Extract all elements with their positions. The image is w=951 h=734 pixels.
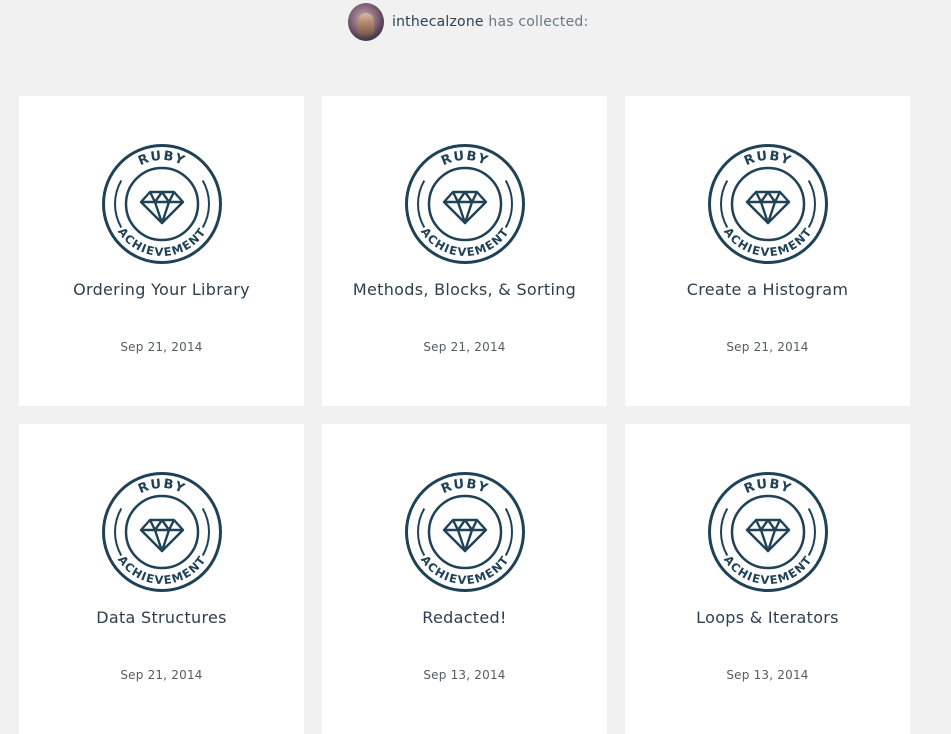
gem-icon [139, 518, 185, 553]
achievement-title: Methods, Blocks, & Sorting [352, 280, 577, 299]
achievement-date: Sep 21, 2014 [120, 340, 203, 354]
achievement-title: Redacted! [422, 608, 507, 627]
ruby-achievement-badge-icon: RUBYACHIEVEMENT [708, 472, 828, 592]
ruby-achievement-badge-icon: RUBYACHIEVEMENT [405, 472, 525, 592]
gem-icon [442, 190, 488, 225]
collection-header: inthecalzone has collected: [0, 0, 951, 46]
gem-icon [139, 190, 185, 225]
ruby-achievement-badge-icon: RUBYACHIEVEMENT [405, 144, 525, 264]
gem-icon [745, 518, 791, 553]
achievement-title: Data Structures [96, 608, 227, 627]
collected-text: has collected: [483, 14, 589, 30]
gem-icon [442, 518, 488, 553]
achievement-card[interactable]: RUBY ACHIEVEMENT Methods, Blocks, & Sorti… [322, 96, 607, 406]
achievement-date: Sep 21, 2014 [726, 340, 809, 354]
achievement-card[interactable]: RUBY ACHIEVEMENT Create a Histogram Sep 2… [625, 96, 910, 406]
collected-line: inthecalzone has collected: [392, 14, 588, 30]
ruby-achievement-badge-icon: RUBYACHIEVEMENT [102, 472, 222, 592]
achievement-date: Sep 21, 2014 [423, 340, 506, 354]
achievement-date: Sep 13, 2014 [726, 668, 809, 682]
ruby-achievement-badge-icon: RUBYACHIEVEMENT [102, 144, 222, 264]
achievement-card[interactable]: RUBY ACHIEVEMENT Ordering Your Library Se… [19, 96, 304, 406]
achievement-card[interactable]: RUBY ACHIEVEMENT Loops & Iterators Sep 13… [625, 424, 910, 734]
achievement-card[interactable]: RUBY ACHIEVEMENT Redacted! Sep 13, 2014 [322, 424, 607, 734]
achievement-date: Sep 21, 2014 [120, 668, 203, 682]
achievement-title: Create a Histogram [686, 280, 849, 299]
achievement-title: Ordering Your Library [73, 280, 250, 299]
gem-icon [745, 190, 791, 225]
username-link[interactable]: inthecalzone [392, 14, 484, 30]
ruby-achievement-badge-icon: RUBYACHIEVEMENT [708, 144, 828, 264]
badge-top-label: RUBY [439, 149, 491, 169]
badge-top-label: RUBY [439, 477, 491, 497]
achievement-card[interactable]: RUBY ACHIEVEMENT Data Structures Sep 21, … [19, 424, 304, 734]
badge-top-label: RUBY [136, 149, 188, 169]
badge-top-label: RUBY [742, 149, 794, 169]
achievement-title: Loops & Iterators [696, 608, 839, 627]
achievement-date: Sep 13, 2014 [423, 668, 506, 682]
avatar[interactable] [348, 3, 384, 41]
badge-top-label: RUBY [136, 477, 188, 497]
badge-top-label: RUBY [742, 477, 794, 497]
